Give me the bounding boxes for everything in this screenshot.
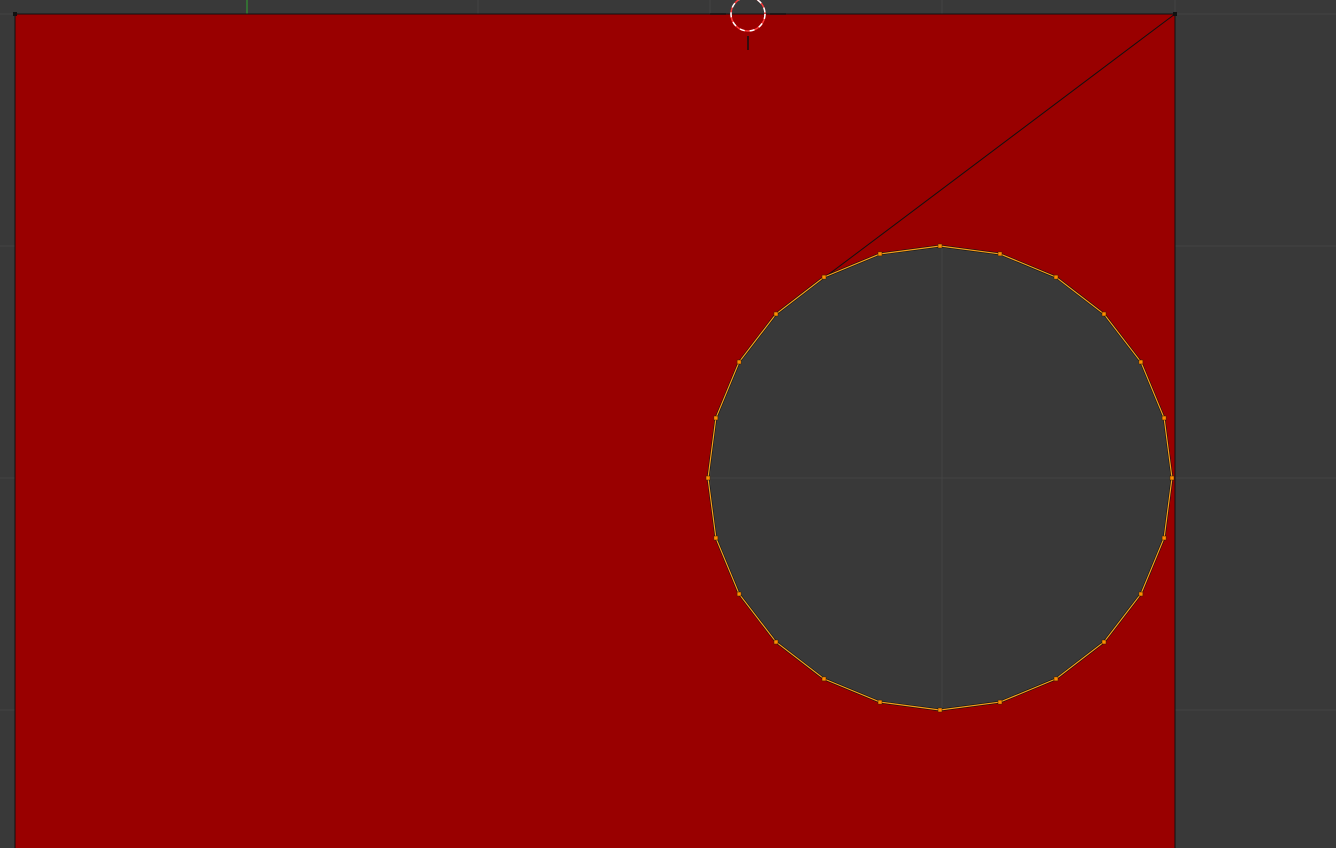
selected-vertex[interactable] (713, 415, 719, 421)
selected-vertex[interactable] (1161, 535, 1167, 541)
selected-vertex[interactable] (773, 311, 779, 317)
selected-vertex[interactable] (877, 251, 883, 257)
selected-vertex[interactable] (937, 243, 943, 249)
selected-vertex[interactable] (1053, 676, 1059, 682)
selected-vertex[interactable] (736, 359, 742, 365)
selected-vertex[interactable] (1169, 475, 1175, 481)
selected-vertex[interactable] (1101, 639, 1107, 645)
3d-viewport[interactable] (0, 0, 1336, 848)
selected-vertex[interactable] (1138, 591, 1144, 597)
selected-vertex[interactable] (937, 707, 943, 713)
selected-vertex[interactable] (997, 699, 1003, 705)
viewport-canvas[interactable] (0, 0, 1336, 848)
selected-vertex[interactable] (821, 676, 827, 682)
selected-vertex[interactable] (877, 699, 883, 705)
selected-vertex[interactable] (705, 475, 711, 481)
selected-vertex[interactable] (1101, 311, 1107, 317)
selected-vertex[interactable] (713, 535, 719, 541)
mesh-face[interactable] (15, 14, 1175, 848)
selected-vertex[interactable] (773, 639, 779, 645)
selected-vertex[interactable] (1138, 359, 1144, 365)
selected-vertex[interactable] (736, 591, 742, 597)
selected-vertex[interactable] (1053, 274, 1059, 280)
mesh-vertex[interactable] (13, 12, 17, 16)
selected-vertex[interactable] (997, 251, 1003, 257)
selected-vertex[interactable] (1161, 415, 1167, 421)
selected-vertex[interactable] (821, 274, 827, 280)
mesh-vertex[interactable] (1173, 12, 1177, 16)
